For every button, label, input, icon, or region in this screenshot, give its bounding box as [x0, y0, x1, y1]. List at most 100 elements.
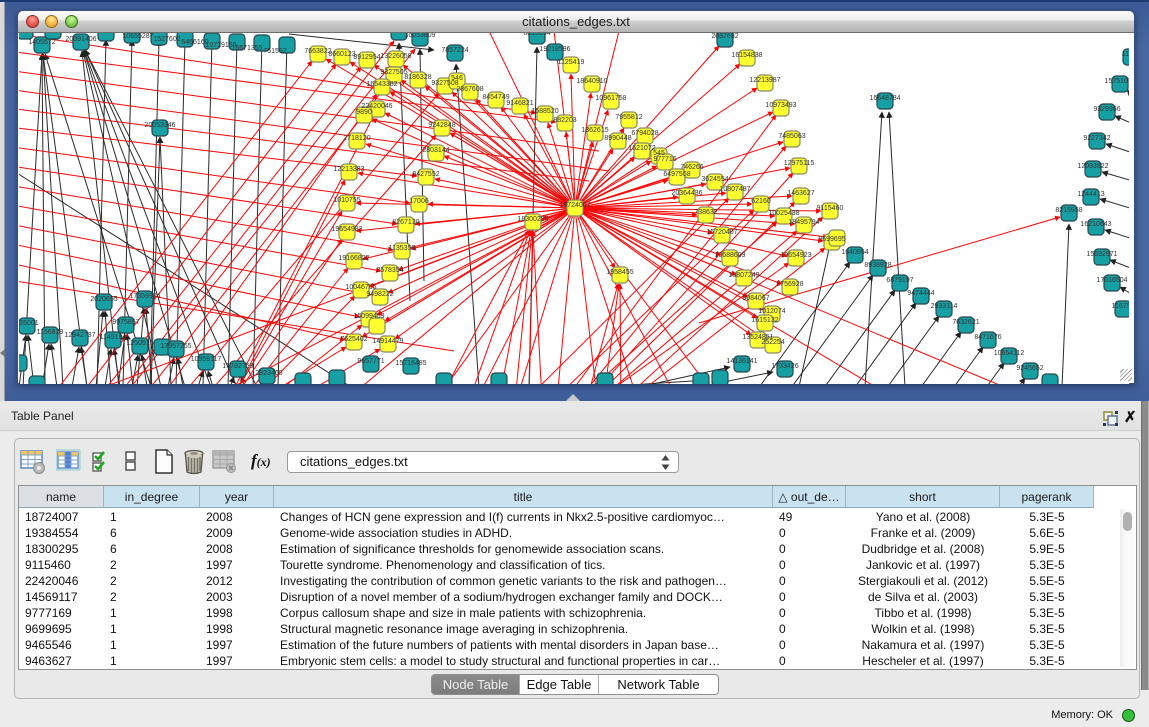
svg-text:7857224: 7857224: [441, 47, 468, 54]
svg-text:8267130: 8267130: [392, 219, 419, 226]
svg-text:17016504: 17016504: [1096, 277, 1127, 284]
svg-text:6794028: 6794028: [631, 130, 658, 137]
svg-text:18807249: 18807249: [728, 272, 759, 279]
svg-text:1621072: 1621072: [628, 145, 655, 152]
svg-text:18724007: 18724007: [559, 202, 590, 209]
svg-text:9245652: 9245652: [1016, 365, 1043, 372]
svg-text:16154838: 16154838: [731, 52, 762, 59]
svg-text:15692971: 15692971: [1086, 251, 1117, 258]
svg-text:546: 546: [451, 75, 463, 82]
svg-text:8471676: 8471676: [974, 334, 1001, 341]
svg-text:1733426: 1733426: [771, 363, 798, 370]
svg-text:19654923: 19654923: [780, 252, 811, 259]
svg-text:14914479: 14914479: [372, 338, 403, 345]
svg-text:1640954: 1640954: [841, 249, 868, 256]
svg-text:1362615: 1362615: [581, 127, 608, 134]
svg-text:9242848: 9242848: [428, 122, 455, 129]
svg-text:9146821: 9146821: [506, 100, 533, 107]
svg-text:14136141: 14136141: [726, 358, 757, 365]
svg-text:751552: 751552: [263, 48, 286, 55]
svg-text:6879197: 6879197: [886, 277, 913, 284]
svg-text:19654983: 19654983: [331, 226, 362, 233]
svg-text:16053809: 16053809: [404, 33, 435, 39]
svg-text:2867608: 2867608: [456, 86, 483, 93]
svg-text:9498222: 9498222: [366, 291, 393, 298]
svg-text:10961758: 10961758: [595, 95, 626, 102]
svg-text:9975857: 9975857: [112, 319, 139, 326]
svg-text:9699695: 9699695: [818, 236, 845, 243]
svg-text:62160: 62160: [751, 198, 771, 205]
svg-text:12923468: 12923468: [251, 370, 282, 377]
svg-text:18300295: 18300295: [517, 216, 548, 223]
svg-text:9657771: 9657771: [357, 358, 384, 365]
svg-text:15720407: 15720407: [706, 229, 737, 236]
svg-text:2933114: 2933114: [931, 303, 958, 310]
svg-text:9227342: 9227342: [1083, 135, 1110, 142]
svg-text:2718120: 2718120: [343, 135, 370, 142]
svg-text:16210643: 16210643: [1080, 221, 1111, 228]
svg-text:8215958: 8215958: [1055, 207, 1082, 214]
svg-text:19218596: 19218596: [539, 46, 570, 53]
svg-text:10025438: 10025438: [768, 210, 799, 217]
svg-text:16782759: 16782759: [222, 363, 253, 370]
svg-text:3624554: 3624554: [701, 176, 728, 183]
svg-text:1135359: 1135359: [389, 245, 416, 252]
svg-text:8578354: 8578354: [376, 267, 403, 274]
svg-text:1588520: 1588520: [531, 108, 558, 115]
svg-text:20053346: 20053346: [144, 122, 175, 129]
svg-text:9890: 9890: [356, 109, 372, 116]
svg-text:7485063: 7485063: [778, 133, 805, 140]
svg-text:2803144: 2803144: [422, 147, 449, 154]
svg-text:20091406: 20091406: [65, 36, 96, 43]
svg-text:10046755: 10046755: [345, 284, 376, 291]
svg-text:16648784: 16648784: [869, 95, 900, 102]
svg-text:10973493: 10973493: [765, 102, 796, 109]
svg-text:17006: 17006: [409, 198, 429, 205]
svg-text:8813054: 8813054: [523, 33, 550, 37]
svg-text:19166822: 19166822: [338, 255, 369, 262]
svg-text:8912954: 8912954: [353, 54, 380, 61]
svg-text:746266: 746266: [680, 164, 703, 171]
svg-text:252254: 252254: [761, 339, 784, 346]
svg-text:12213383: 12213383: [333, 166, 364, 173]
svg-text:1405572: 1405572: [28, 39, 55, 46]
svg-text:1145194: 1145194: [100, 334, 127, 341]
svg-text:12942737: 12942737: [64, 332, 95, 339]
svg-text:8427552: 8427552: [412, 171, 439, 178]
svg-text:1958455: 1958455: [606, 269, 633, 276]
svg-text:9756928: 9756928: [776, 281, 803, 288]
svg-text:116753: 116753: [1112, 303, 1129, 310]
svg-text:15716485: 15716485: [395, 360, 426, 367]
svg-text:12975115: 12975115: [784, 160, 815, 167]
svg-text:1125419: 1125419: [558, 59, 585, 66]
svg-text:1010755: 1010755: [333, 197, 360, 204]
svg-text:10807487: 10807487: [719, 186, 750, 193]
svg-text:835001: 835001: [19, 320, 39, 327]
svg-text:12093822: 12093822: [1077, 163, 1108, 170]
svg-text:9084067: 9084067: [742, 295, 769, 302]
svg-text:8186328: 8186328: [404, 74, 431, 81]
svg-text:1463627: 1463627: [787, 190, 814, 197]
svg-text:977716: 977716: [653, 156, 676, 163]
svg-text:8938928: 8938928: [864, 262, 891, 269]
svg-text:1156829: 1156829: [37, 329, 64, 336]
svg-text:7955812: 7955812: [615, 114, 642, 121]
svg-text:9115460: 9115460: [817, 205, 844, 212]
svg-text:10688609: 10688609: [714, 252, 745, 259]
svg-text:12213987: 12213987: [749, 77, 780, 84]
svg-text:1244413: 1244413: [1077, 191, 1104, 198]
svg-text:9474444: 9474444: [907, 290, 934, 297]
svg-text:20364436: 20364436: [671, 190, 702, 197]
svg-text:18495794: 18495794: [788, 219, 819, 226]
svg-text:1012074: 1012074: [758, 308, 785, 315]
svg-text:7625402: 7625402: [340, 336, 367, 343]
svg-text:17359924: 17359924: [129, 293, 160, 300]
svg-text:11172: 11172: [1122, 51, 1129, 58]
svg-text:10958117: 10958117: [191, 356, 222, 363]
svg-text:7632621: 7632621: [952, 319, 979, 326]
svg-text:1250515: 1250515: [126, 340, 153, 347]
svg-text:8990448: 8990448: [604, 135, 631, 142]
svg-text:1615132: 1615132: [751, 317, 778, 324]
svg-text:10654112: 10654112: [994, 350, 1025, 357]
svg-text:10655287: 10655287: [122, 33, 153, 40]
